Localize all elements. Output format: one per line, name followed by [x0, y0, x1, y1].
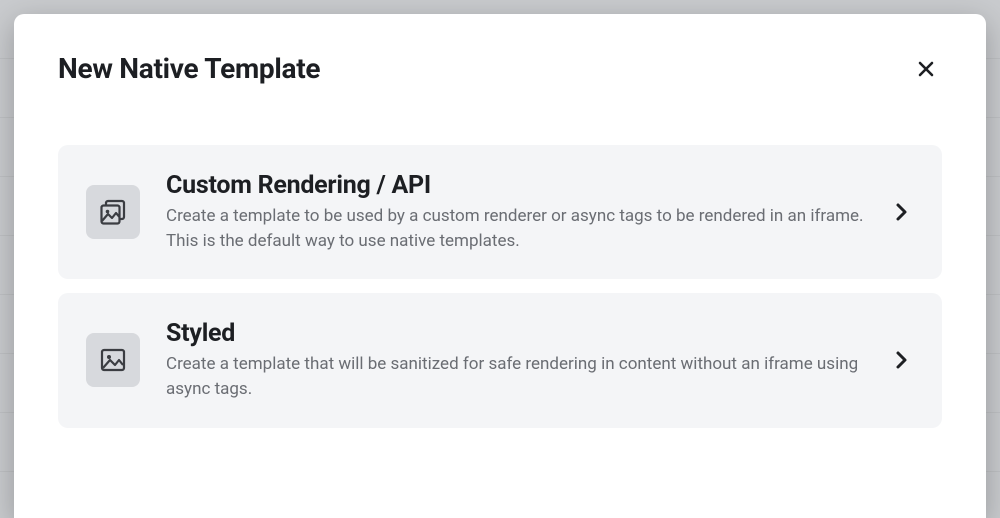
option-text: Custom Rendering / API Create a template…: [166, 171, 868, 253]
option-custom-rendering-api[interactable]: Custom Rendering / API Create a template…: [58, 145, 942, 279]
template-option-list: Custom Rendering / API Create a template…: [14, 85, 986, 428]
image-icon: [86, 333, 140, 387]
chevron-right-icon: [894, 201, 912, 223]
new-native-template-modal: New Native Template Custom Rendering /: [14, 14, 986, 518]
option-text: Styled Create a template that will be sa…: [166, 319, 868, 401]
option-styled[interactable]: Styled Create a template that will be sa…: [58, 293, 942, 427]
close-button[interactable]: [910, 53, 942, 85]
close-icon: [916, 59, 936, 79]
option-description: Create a template to be used by a custom…: [166, 204, 868, 253]
chevron-right-icon: [894, 349, 912, 371]
option-title: Custom Rendering / API: [166, 171, 868, 200]
gallery-stack-icon: [86, 185, 140, 239]
modal-title: New Native Template: [58, 52, 320, 85]
option-title: Styled: [166, 319, 868, 348]
option-description: Create a template that will be sanitized…: [166, 352, 868, 401]
modal-header: New Native Template: [14, 14, 986, 85]
